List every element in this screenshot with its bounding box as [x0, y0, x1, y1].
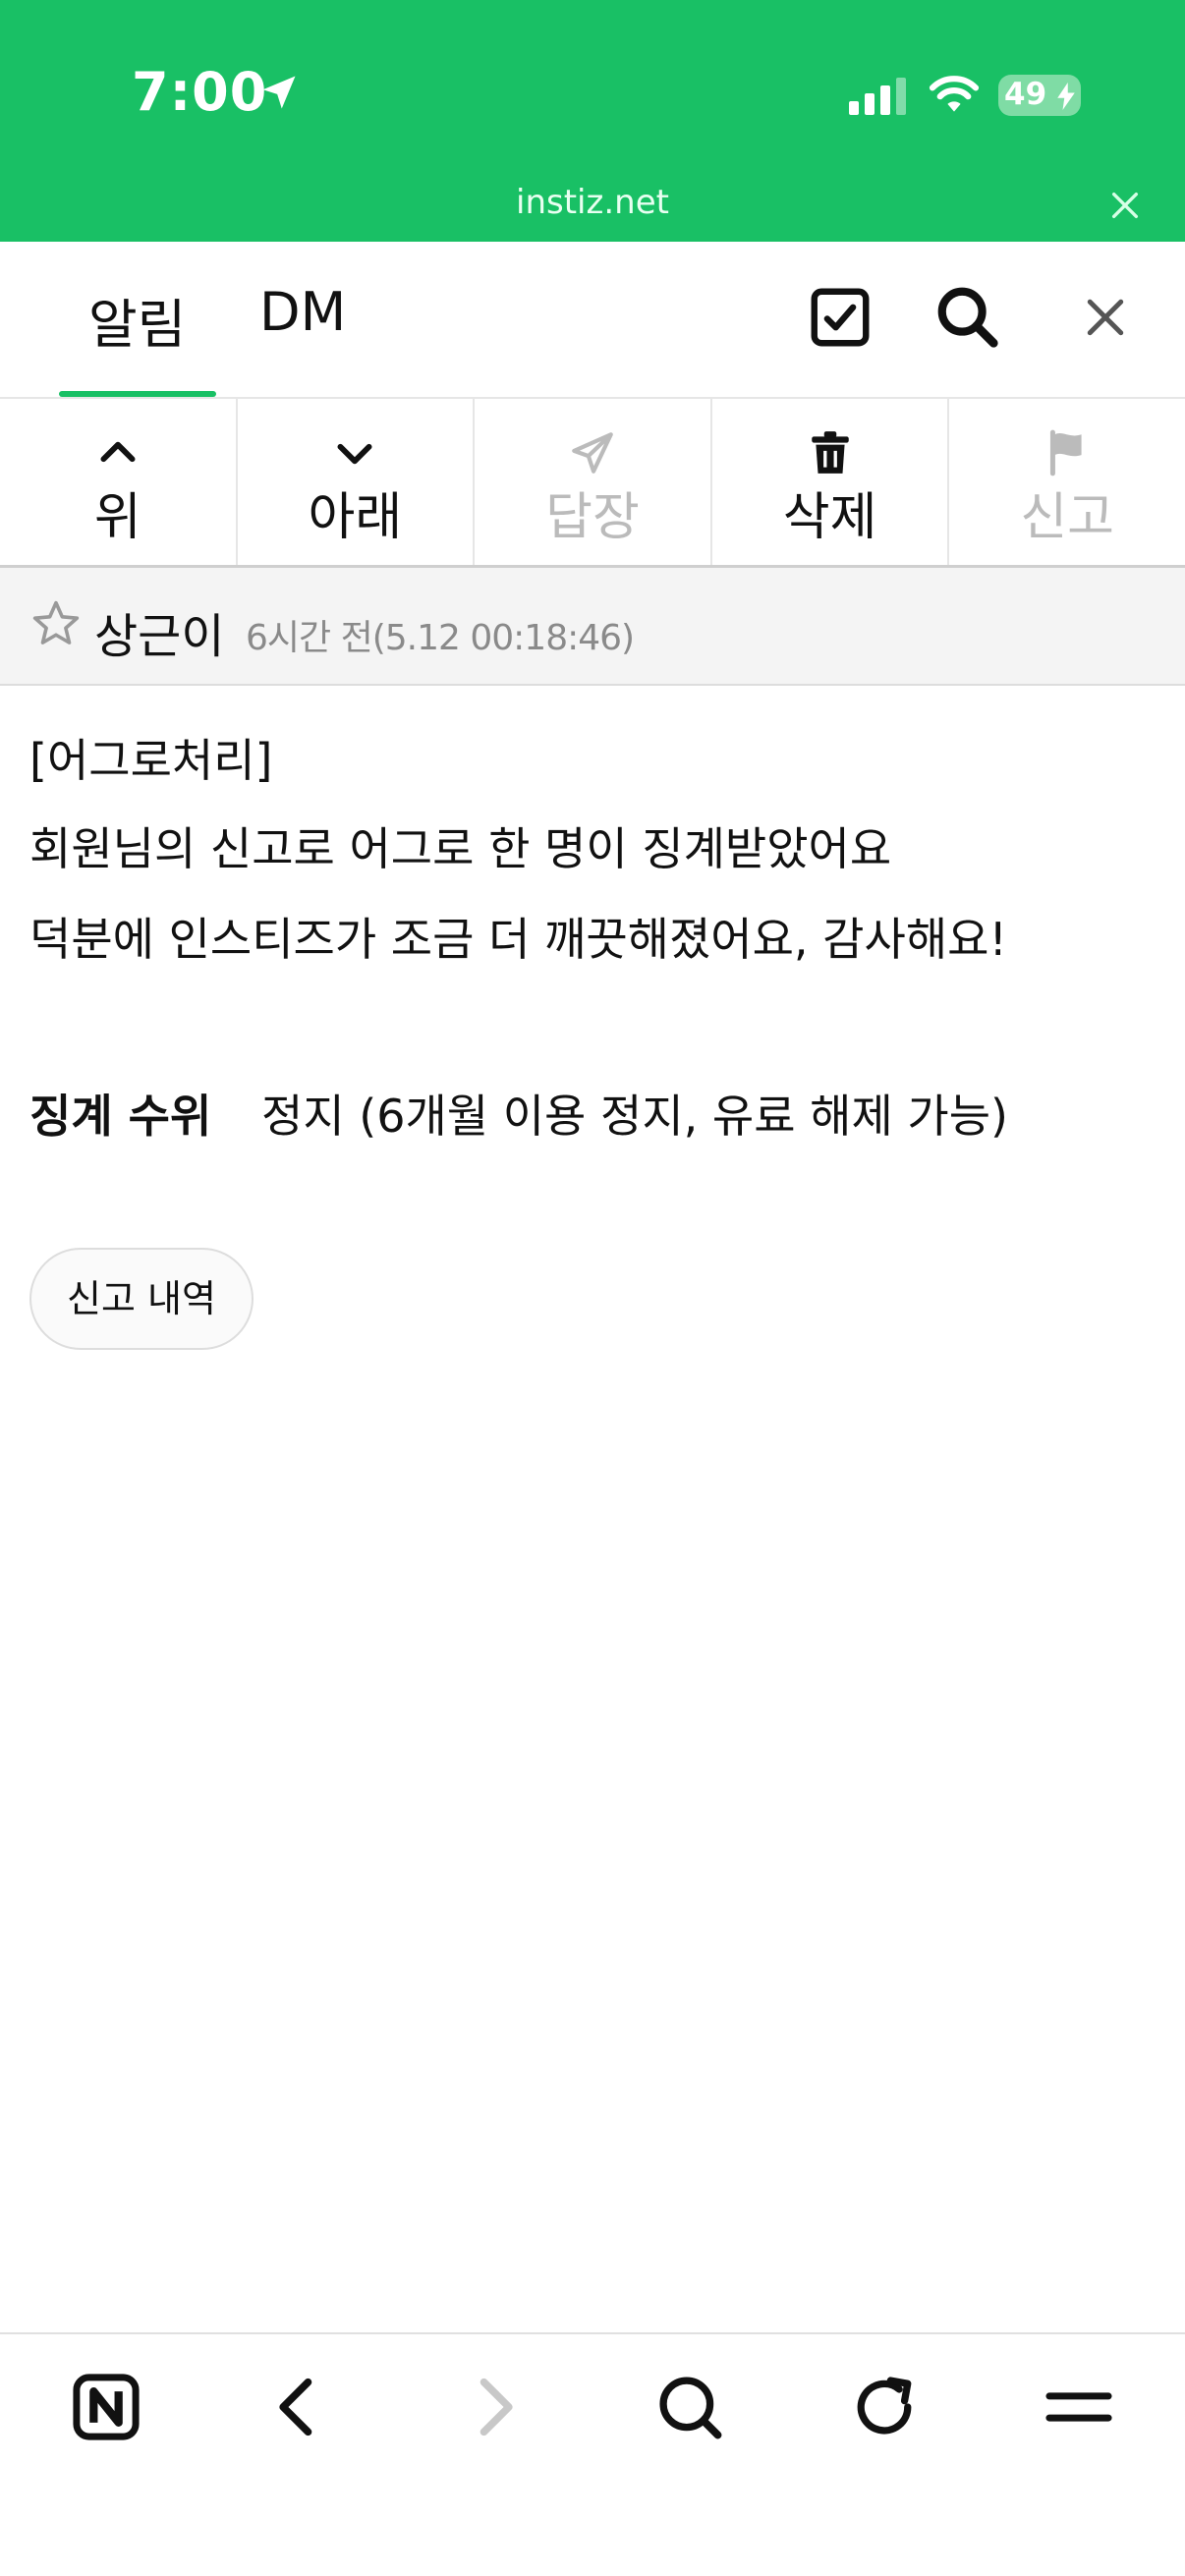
delete-button[interactable]: 삭제: [712, 399, 950, 565]
penalty-row: 징계 수위 정지 (6개월 이용 정지, 유료 해제 가능): [29, 1081, 1008, 1146]
forward-icon[interactable]: [456, 2370, 531, 2444]
penalty-label: 징계 수위: [29, 1090, 212, 1143]
reply-button[interactable]: 답장: [475, 399, 712, 565]
sender-name: 상근이: [94, 609, 225, 664]
message-header: 상근이 6시간 전(5.12 00:18:46): [0, 568, 1185, 686]
page-url[interactable]: instiz.net: [0, 183, 1185, 222]
flag-icon: [1050, 429, 1082, 476]
url-close-icon[interactable]: [1108, 189, 1142, 222]
tab-dm[interactable]: DM: [259, 281, 346, 343]
trash-icon: [811, 431, 849, 474]
down-button[interactable]: 아래: [238, 399, 476, 565]
report-button-label: 신고: [1020, 488, 1115, 547]
status-time: 7:00: [132, 61, 268, 123]
cellular-signal-icon: [849, 78, 906, 115]
message-line: 회원님의 신고로 어그로 한 명이 징계받았어요: [29, 822, 892, 875]
n-logo-icon[interactable]: [69, 2370, 143, 2444]
app-screen: 7:00 49 instiz.net 알림 DM 위 아래 답장 삭제 신고 상…: [0, 0, 1185, 2576]
up-button[interactable]: 위: [0, 399, 238, 565]
charging-bolt-icon: [1057, 83, 1075, 110]
battery-indicator: 49: [998, 75, 1081, 116]
close-icon[interactable]: [1079, 291, 1132, 344]
location-arrow-icon: [262, 76, 296, 109]
battery-level: 49: [1004, 77, 1047, 112]
delete-button-label: 삭제: [782, 488, 877, 547]
browser-bottom-bar: [0, 2332, 1185, 2576]
report-button[interactable]: 신고: [949, 399, 1185, 565]
up-button-label: 위: [93, 488, 141, 547]
search-icon[interactable]: [933, 283, 1002, 352]
search-icon[interactable]: [652, 2370, 727, 2444]
star-icon[interactable]: [29, 597, 83, 650]
back-icon[interactable]: [261, 2370, 336, 2444]
reload-icon[interactable]: [847, 2370, 922, 2444]
notification-tabs: 알림 DM: [0, 242, 1185, 399]
paper-plane-icon: [572, 432, 613, 474]
menu-icon[interactable]: [1042, 2370, 1116, 2444]
wifi-icon: [929, 76, 980, 112]
message-line: 덕분에 인스티즈가 조금 더 깨끗해졌어요, 감사해요!: [29, 913, 1007, 966]
message-timestamp: 6시간 전(5.12 00:18:46): [246, 618, 635, 658]
down-button-label: 아래: [308, 488, 403, 547]
active-tab-indicator: [59, 391, 216, 397]
chevron-up-icon: [100, 441, 136, 463]
reply-button-label: 답장: [545, 488, 640, 547]
tab-alerts[interactable]: 알림: [88, 281, 186, 359]
status-bar: 7:00 49 instiz.net: [0, 0, 1185, 242]
message-title: [어그로처리]: [29, 734, 273, 787]
report-history-button[interactable]: 신고 내역: [29, 1248, 254, 1350]
checkbox-icon[interactable]: [806, 283, 875, 352]
penalty-value: 정지 (6개월 이용 정지, 유료 해제 가능): [261, 1090, 1008, 1143]
message-action-bar: 위 아래 답장 삭제 신고: [0, 399, 1185, 568]
chevron-down-icon: [337, 443, 372, 465]
